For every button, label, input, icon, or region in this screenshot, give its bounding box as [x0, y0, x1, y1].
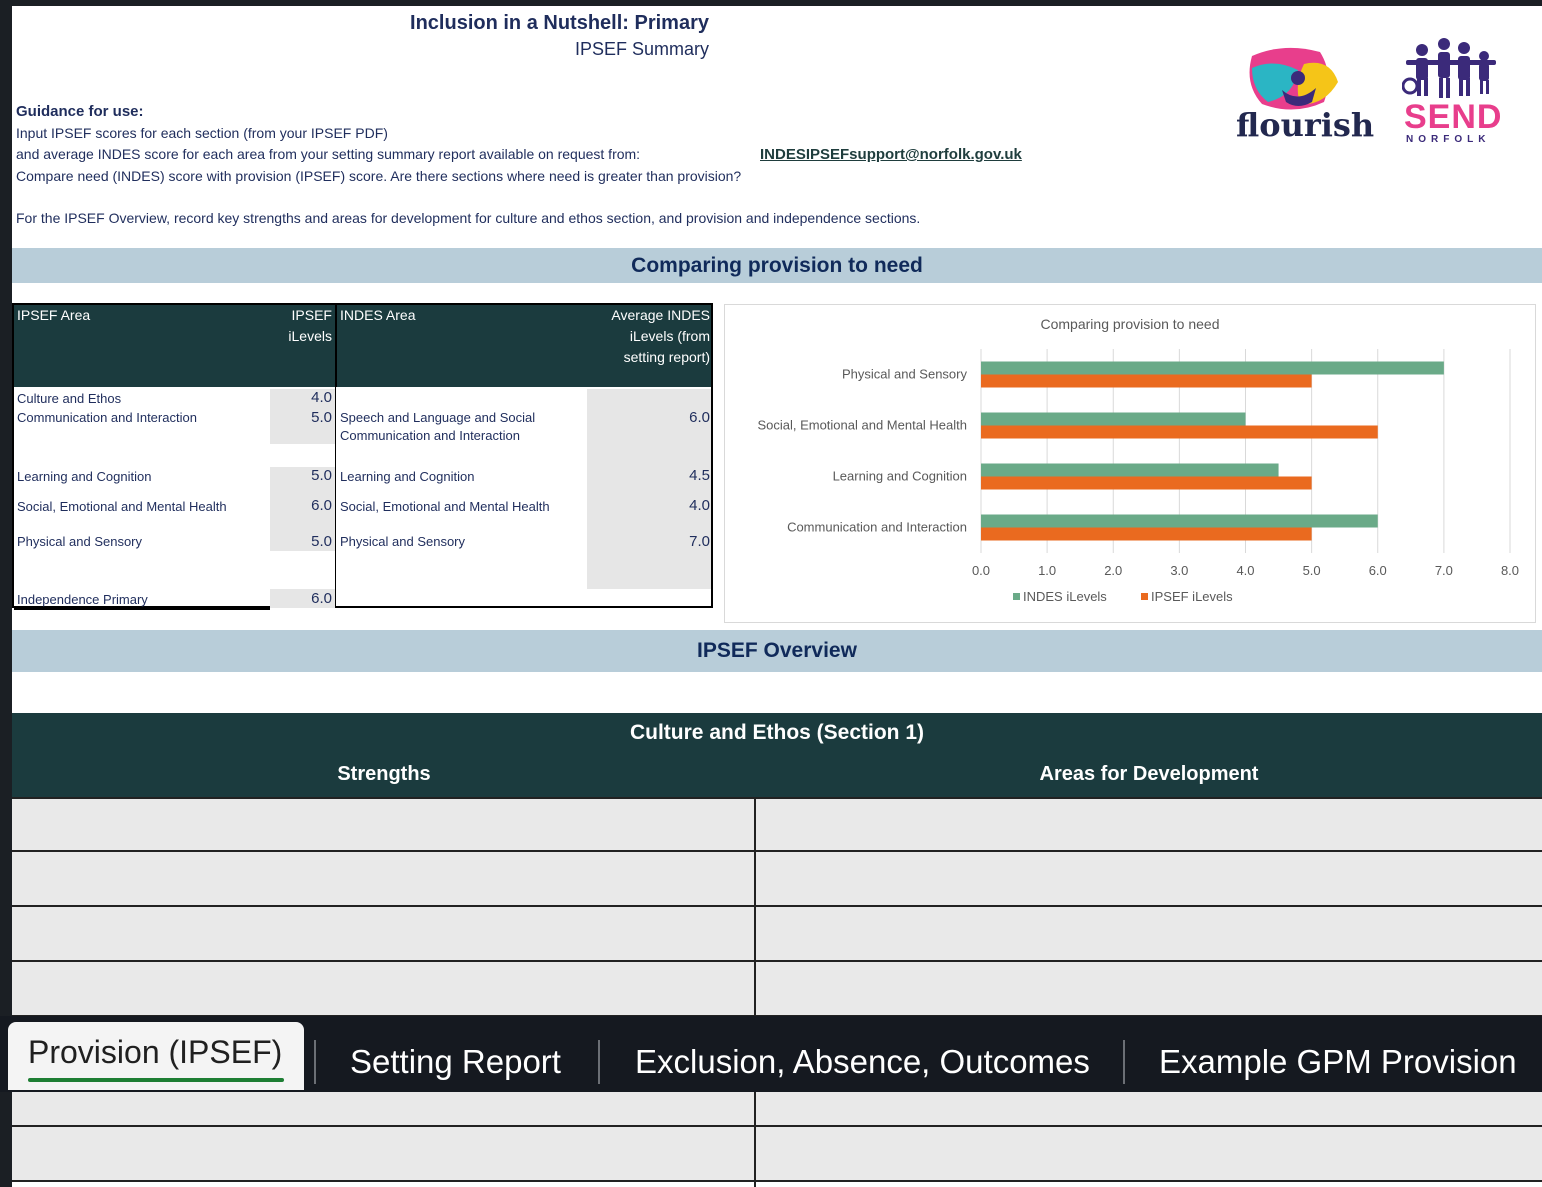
- header-ipsef-ilevels: IPSEF iLevels: [288, 307, 332, 344]
- bar-indes: [981, 463, 1279, 477]
- x-tick-label: 6.0: [1369, 563, 1387, 578]
- ipsef-area-cell[interactable]: Culture and Ethos: [17, 390, 121, 408]
- chart-svg: Comparing provision to need 0.0 1.0 2.0 3.0 4…: [757, 316, 1519, 604]
- ipsef-ilevel-cell[interactable]: 5.0: [276, 467, 332, 484]
- ipsef-ilevel-cell[interactable]: 5.0: [276, 533, 332, 550]
- indes-ilevel-cell[interactable]: 7.0: [614, 533, 710, 550]
- legend-label: IPSEF iLevels: [1151, 589, 1233, 604]
- guidance-line-2: and average INDES score for each area fr…: [16, 146, 641, 162]
- legend-swatch: [1013, 593, 1020, 600]
- bar-indes: [981, 361, 1444, 375]
- x-tick-label: 4.0: [1236, 563, 1254, 578]
- table-row[interactable]: [12, 852, 1542, 907]
- x-tick-label: 3.0: [1170, 563, 1188, 578]
- guidance-heading: Guidance for use:: [16, 103, 144, 120]
- guidance-line-3: Compare need (INDES) score with provisio…: [16, 168, 742, 184]
- legend-swatch: [1141, 593, 1148, 600]
- bar-ipsef: [981, 476, 1312, 490]
- header-ipsef-area: IPSEF Area: [17, 307, 91, 323]
- y-category-label: Physical and Sensory: [842, 367, 968, 382]
- table-row[interactable]: [12, 962, 1542, 1017]
- row-column-divider: [754, 797, 756, 1187]
- header-divider: [335, 305, 337, 387]
- ipsef-area-cell[interactable]: Learning and Cognition: [17, 468, 151, 486]
- table-row[interactable]: [12, 1127, 1542, 1182]
- bar-ipsef: [981, 527, 1312, 541]
- ipsef-ilevel-cell[interactable]: 6.0: [276, 590, 332, 607]
- flourish-logo: flourish: [1234, 44, 1374, 144]
- tab-separator: [314, 1040, 316, 1084]
- header-average-indes: Average INDES iLevels (from setting repo…: [611, 307, 710, 365]
- indes-ilevel-cell[interactable]: 4.0: [614, 497, 710, 514]
- send-norfolk-logo: SEND NORFOLK: [1401, 38, 1503, 148]
- page-title: Inclusion in a Nutshell: Primary: [410, 12, 709, 34]
- tab-separator: [1123, 1040, 1125, 1084]
- guidance-line-1: Input IPSEF scores for each section (fro…: [16, 125, 388, 141]
- ipsef-ilevel-cell[interactable]: 4.0: [276, 389, 332, 406]
- chart-title: Comparing provision to need: [1041, 316, 1220, 332]
- section-band-compare: Comparing provision to need: [12, 248, 1542, 283]
- bar-ipsef: [981, 425, 1378, 439]
- support-email-link[interactable]: INDESIPSEFsupport@norfolk.gov.uk: [760, 146, 1022, 163]
- legend-label: INDES iLevels: [1023, 589, 1107, 604]
- tab-exclusion-absence-outcomes[interactable]: Exclusion, Absence, Outcomes: [635, 1016, 1090, 1092]
- table-row[interactable]: [12, 797, 1542, 852]
- culture-ethos-title: Culture and Ethos (Section 1): [629, 721, 925, 744]
- ipsef-area-cell[interactable]: Communication and Interaction: [17, 409, 197, 427]
- table-row[interactable]: [12, 907, 1542, 962]
- ipsef-area-cell[interactable]: Physical and Sensory: [17, 533, 142, 551]
- comparison-chart[interactable]: Comparing provision to need 0.0 1.0 2.0 3.0 4…: [724, 304, 1536, 623]
- guidance-line-4: For the IPSEF Overview, record key stren…: [16, 210, 921, 226]
- x-tick-label: 2.0: [1104, 563, 1122, 578]
- ipsef-area-cell[interactable]: Independence Primary: [17, 591, 148, 609]
- ipsef-indes-table: IPSEF Area IPSEF iLevels INDES Area Aver…: [12, 303, 713, 610]
- page-subtitle: IPSEF Summary: [574, 39, 709, 59]
- tab-example-gpm-provision[interactable]: Example GPM Provision: [1159, 1016, 1517, 1092]
- x-tick-label: 5.0: [1303, 563, 1321, 578]
- tab-provision-ipsef[interactable]: Provision (IPSEF): [28, 1034, 282, 1071]
- development-heading: Areas for Development: [1039, 763, 1259, 785]
- indes-area-cell[interactable]: Physical and Sensory: [340, 533, 465, 551]
- ipsef-ilevel-cell[interactable]: 5.0: [276, 409, 332, 426]
- indes-ilevel-cell[interactable]: 4.5: [614, 467, 710, 484]
- flourish-logo-text: flourish: [1236, 106, 1375, 144]
- spreadsheet-sheet[interactable]: Inclusion in a Nutshell: Primary IPSEF S…: [12, 6, 1542, 1187]
- bar-ipsef: [981, 374, 1312, 388]
- x-tick-label: 7.0: [1435, 563, 1453, 578]
- send-logo-text: SEND: [1404, 98, 1503, 136]
- culture-ethos-header: Culture and Ethos (Section 1) Strengths …: [12, 713, 1542, 797]
- tab-setting-report[interactable]: Setting Report: [350, 1016, 561, 1092]
- table-header: IPSEF Area IPSEF iLevels INDES Area Aver…: [14, 305, 711, 387]
- ipsef-ilevel-cell[interactable]: 6.0: [276, 497, 332, 514]
- norfolk-logo-text: NORFOLK: [1406, 134, 1491, 145]
- tab-separator: [598, 1040, 600, 1084]
- indes-area-cell[interactable]: Social, Emotional and Mental Health: [340, 498, 550, 516]
- indes-area-cell[interactable]: Learning and Cognition: [340, 468, 474, 486]
- indes-area-cell[interactable]: Speech and Language and Social Communica…: [340, 409, 555, 445]
- active-tab-underline: [28, 1078, 284, 1082]
- x-tick-label: 8.0: [1501, 563, 1519, 578]
- strengths-heading: Strengths: [337, 763, 431, 785]
- section-band-overview: IPSEF Overview: [12, 630, 1542, 672]
- x-tick-label: 0.0: [972, 563, 990, 578]
- bar-indes: [981, 412, 1246, 426]
- ipsef-area-cell[interactable]: Social, Emotional and Mental Health: [17, 498, 227, 516]
- indes-ilevel-cell[interactable]: 6.0: [614, 409, 710, 426]
- column-divider: [335, 387, 336, 608]
- bar-indes: [981, 514, 1378, 528]
- y-category-label: Communication and Interaction: [787, 520, 967, 535]
- header-indes-area: INDES Area: [340, 307, 416, 323]
- y-category-label: Social, Emotional and Mental Health: [757, 418, 967, 433]
- y-category-label: Learning and Cognition: [833, 469, 967, 484]
- send-people-icon: [1401, 38, 1496, 98]
- x-tick-label: 1.0: [1038, 563, 1056, 578]
